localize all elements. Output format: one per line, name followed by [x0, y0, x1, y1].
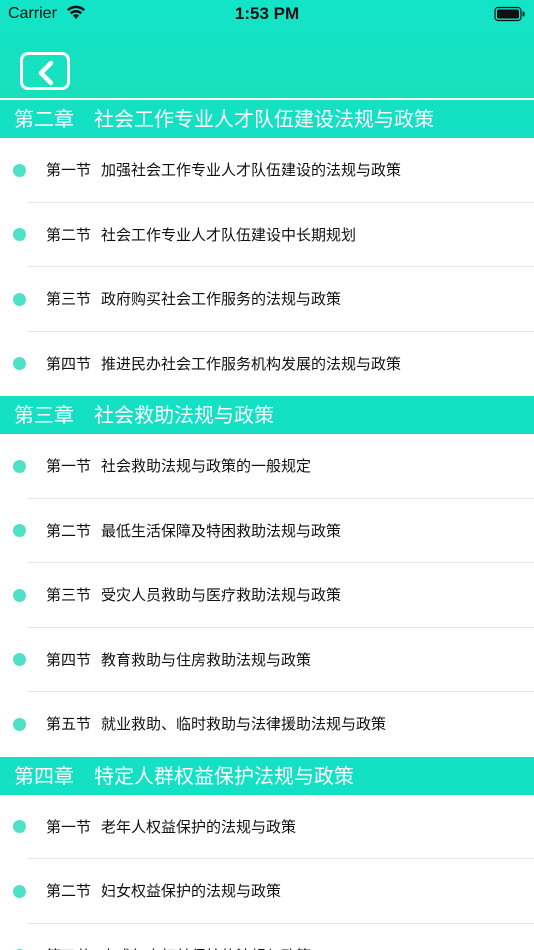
section-number: 第二节 [46, 882, 92, 900]
section-title: 老年人权益保护的法规与政策 [101, 817, 297, 836]
section-number: 第三节 [46, 947, 91, 950]
section-number: 第一节 [46, 457, 92, 475]
section-title: 妇女权益保护的法规与政策 [101, 882, 282, 900]
bullet-dot-icon [13, 163, 26, 177]
chapter-title: 特定人群权益保护法规与政策 [94, 763, 354, 788]
section-item[interactable]: 第一节 社会救助法规与政策的一般规定 [0, 434, 534, 499]
bullet-dot-icon [13, 292, 26, 306]
section-title: 政府购买社会工作服务的法规与政策 [101, 290, 342, 308]
section-label: 第二节 妇女权益保护的法规与政策 [46, 859, 281, 924]
section-label: 第二节 社会工作专业人才队伍建设中长期规划 [46, 203, 356, 268]
section-number: 第三节 [46, 586, 92, 604]
chapter-header: 第四章 特定人群权益保护法规与政策 [0, 756, 534, 795]
section-title: 社会救助法规与政策的一般规定 [101, 457, 312, 475]
chapter-title: 社会工作专业人才队伍建设法规与政策 [94, 107, 434, 131]
back-button[interactable] [20, 52, 70, 90]
section-item[interactable]: 第三节 未成年人权益保护的法规与政策 [0, 924, 534, 950]
section-label: 第一节 社会救助法规与政策的一般规定 [46, 434, 311, 499]
chapter-number: 第三章 [14, 403, 74, 427]
chapter-number: 第二章 [14, 107, 74, 131]
section-label: 第三节 受灾人员救助与医疗救助法规与政策 [46, 563, 341, 628]
clock-time: 1:53 PM [234, 4, 300, 23]
bullet-dot-icon [13, 588, 26, 602]
section-item[interactable]: 第二节 社会工作专业人才队伍建设中长期规划 [0, 203, 534, 268]
section-label: 第四节 推进民办社会工作服务机构发展的法规与政策 [46, 332, 401, 397]
bullet-dot-icon [13, 228, 26, 242]
section-item[interactable]: 第四节 教育救助与住房救助法规与政策 [0, 628, 534, 693]
section-title: 加强社会工作专业人才队伍建设的法规与政策 [101, 161, 402, 179]
section-title: 未成年人权益保护的法规与政策 [101, 947, 311, 950]
chevron-left-icon [38, 60, 54, 86]
section-label: 第三节 未成年人权益保护的法规与政策 [46, 924, 311, 950]
top-bar: Carrier 1:53 PM [0, 0, 534, 98]
section-item[interactable]: 第五节 就业救助、临时救助与法律援助法规与政策 [0, 692, 534, 757]
section-item[interactable]: 第四节 推进民办社会工作服务机构发展的法规与政策 [0, 332, 534, 397]
section-number: 第五节 [46, 715, 92, 733]
section-title: 教育救助与住房救助法规与政策 [101, 650, 312, 669]
section-title: 就业救助、临时救助与法律援助法规与政策 [101, 715, 387, 733]
section-item[interactable]: 第三节 政府购买社会工作服务的法规与政策 [0, 267, 534, 332]
section-number: 第二节 [46, 521, 92, 540]
section-number: 第三节 [46, 290, 92, 308]
chapter-list: 第二章 社会工作专业人才队伍建设法规与政策 第一节 加强社会工作专业人才队伍建设的法规… [0, 100, 534, 950]
section-item[interactable]: 第一节 加强社会工作专业人才队伍建设的法规与政策 [0, 138, 534, 203]
section-label: 第二节 最低生活保障及特困救助法规与政策 [46, 499, 341, 564]
section-number: 第四节 [46, 354, 92, 373]
bullet-dot-icon [13, 357, 26, 371]
bullet-dot-icon [13, 820, 26, 834]
section-label: 第三节 政府购买社会工作服务的法规与政策 [46, 267, 341, 332]
section-label: 第一节 加强社会工作专业人才队伍建设的法规与政策 [46, 138, 401, 203]
chapter-title: 社会救助法规与政策 [94, 403, 274, 427]
chapter-header: 第三章 社会救助法规与政策 [0, 396, 534, 434]
section-item[interactable]: 第三节 受灾人员救助与医疗救助法规与政策 [0, 563, 534, 628]
bullet-dot-icon [13, 884, 26, 898]
bullet-dot-icon [13, 653, 26, 667]
section-title: 最低生活保障及特困救助法规与政策 [101, 521, 342, 540]
bullet-dot-icon [13, 459, 26, 473]
section-number: 第一节 [46, 817, 92, 836]
section-title: 受灾人员救助与医疗救助法规与政策 [101, 586, 342, 604]
section-number: 第一节 [46, 161, 92, 179]
section-item[interactable]: 第一节 老年人权益保护的法规与政策 [0, 795, 534, 860]
section-label: 第一节 老年人权益保护的法规与政策 [46, 795, 296, 860]
bullet-dot-icon [13, 524, 26, 538]
section-number: 第二节 [46, 225, 92, 244]
section-label: 第五节 就业救助、临时救助与法律援助法规与政策 [46, 692, 386, 757]
battery-icon [494, 6, 526, 22]
section-item[interactable]: 第二节 妇女权益保护的法规与政策 [0, 859, 534, 924]
chapter-header: 第二章 社会工作专业人才队伍建设法规与政策 [0, 100, 534, 138]
bullet-dot-icon [13, 717, 26, 731]
app-screen: Carrier 1:53 PM 第二章社会工作专业人才队伍建设法规与政策 第一节… [0, 0, 534, 950]
section-title: 社会工作专业人才队伍建设中长期规划 [101, 225, 357, 244]
section-item[interactable]: 第二节 最低生活保障及特困救助法规与政策 [0, 499, 534, 564]
section-label: 第四节 教育救助与住房救助法规与政策 [46, 628, 311, 693]
chapter-number: 第四章 [14, 763, 74, 788]
section-number: 第四节 [46, 650, 92, 669]
section-title: 推进民办社会工作服务机构发展的法规与政策 [101, 354, 402, 373]
status-bar: Carrier 1:53 PM [0, 0, 534, 30]
